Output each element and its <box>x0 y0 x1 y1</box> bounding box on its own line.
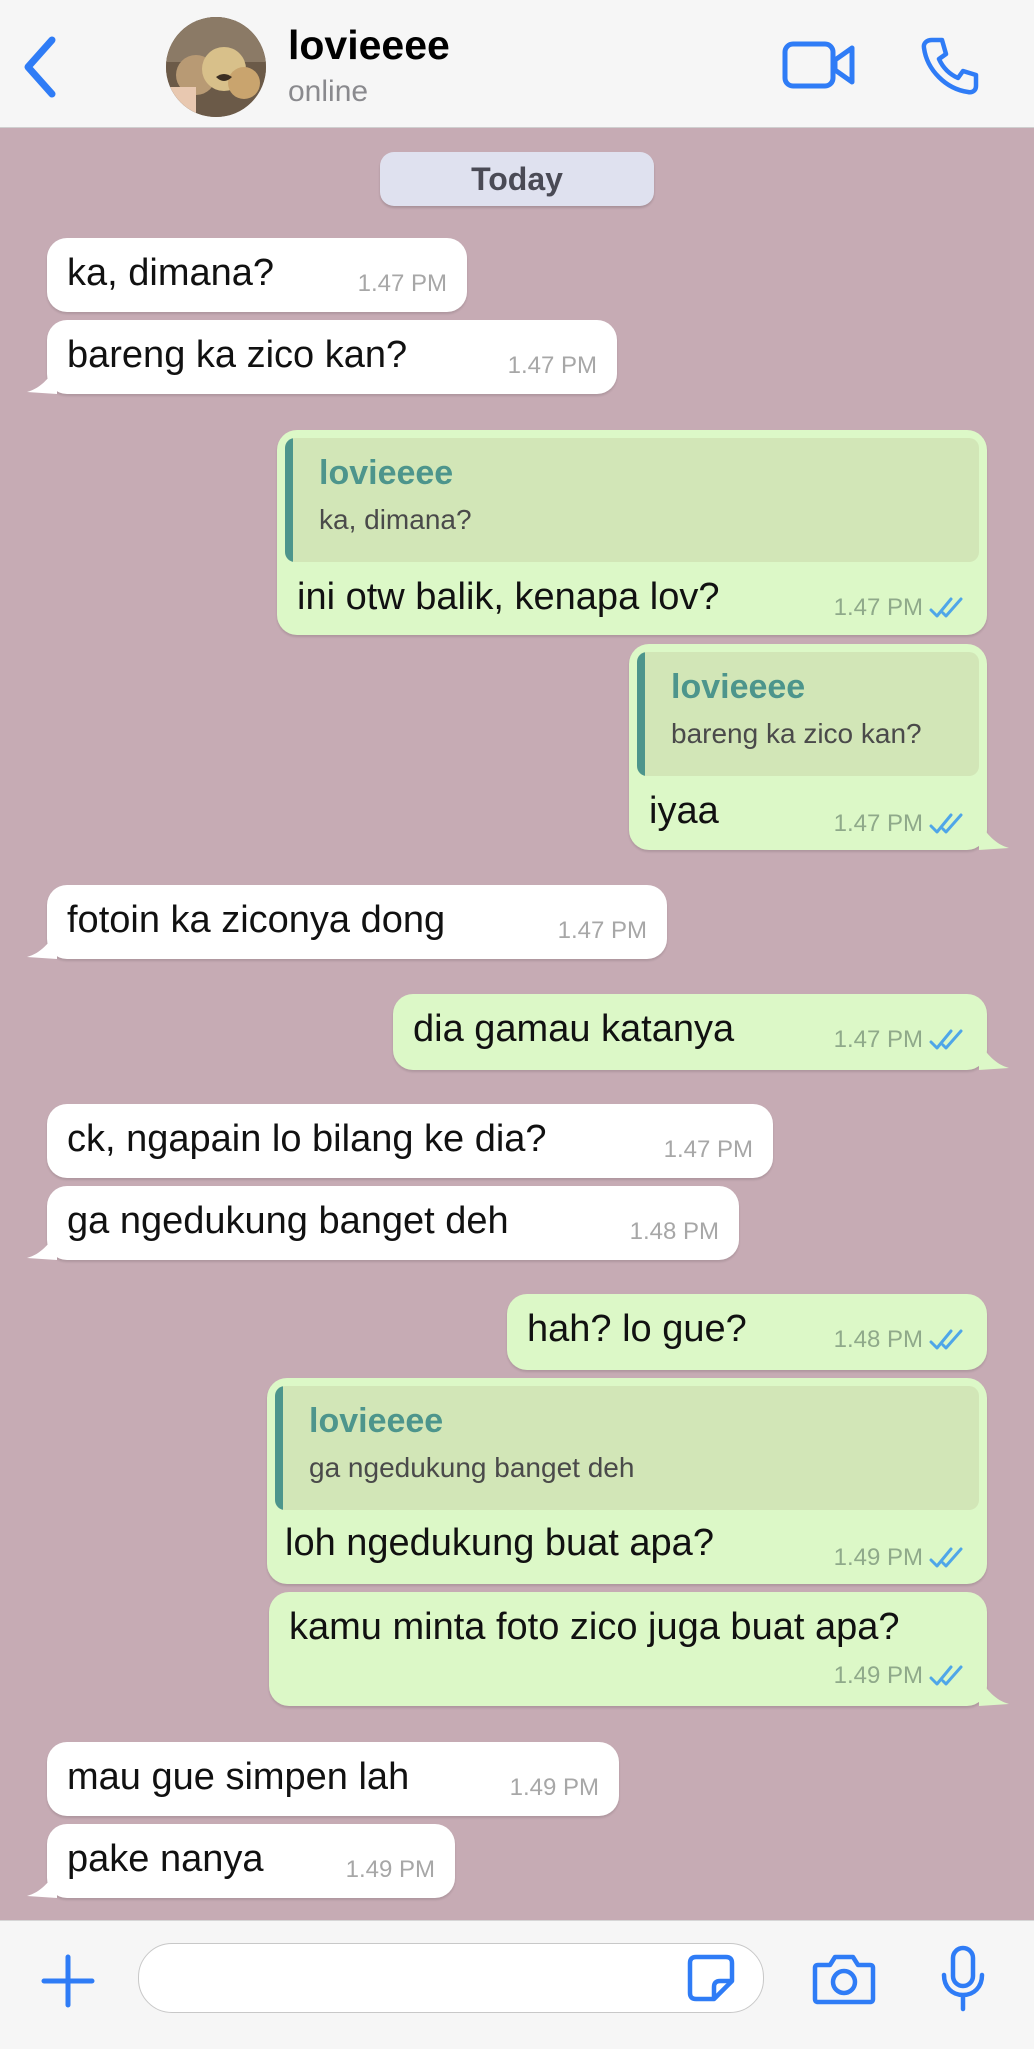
read-receipt-icon <box>929 597 963 618</box>
quote-accent-bar <box>637 652 645 776</box>
message-time: 1.47 PM <box>833 810 923 837</box>
message-bubble-outgoing[interactable]: hah? lo gue? 1.48 PM <box>507 1294 987 1370</box>
message-text: loh ngedukung buat apa? <box>285 1522 714 1564</box>
quoted-sender-name: lovieeee <box>319 454 454 492</box>
message-bubble-incoming[interactable]: ck, ngapain lo bilang ke dia? 1.47 PM <box>47 1104 773 1178</box>
message-bubble-outgoing[interactable]: lovieeee bareng ka zico kan? iyaa 1.47 P… <box>629 644 1009 850</box>
bubble-tail <box>979 1678 1009 1706</box>
read-receipt-icon <box>929 1665 963 1686</box>
message-input[interactable] <box>138 1943 764 2013</box>
quote-accent-bar <box>275 1386 283 1510</box>
quoted-message[interactable]: lovieeee ga ngedukung banget deh <box>275 1386 979 1510</box>
message-text: fotoin ka ziconya dong <box>67 899 446 941</box>
message-text: bareng ka zico kan? <box>67 334 408 376</box>
bubble-tail <box>27 931 57 959</box>
read-receipt-icon <box>929 813 963 834</box>
plus-icon[interactable] <box>40 1953 96 2009</box>
read-receipt-icon <box>929 1029 963 1050</box>
message-text: ka, dimana? <box>67 252 275 294</box>
message-time: 1.47 PM <box>357 270 447 297</box>
message-text: ck, ngapain lo bilang ke dia? <box>67 1118 547 1160</box>
message-time: 1.47 PM <box>557 917 647 944</box>
quoted-message-text: ga ngedukung banget deh <box>309 1452 635 1483</box>
quoted-message[interactable]: lovieeee ka, dimana? <box>285 438 979 562</box>
microphone-icon[interactable] <box>940 1945 986 2013</box>
message-text: ga ngedukung banget deh <box>67 1200 509 1242</box>
read-receipt-icon <box>929 1329 963 1350</box>
message-composer <box>0 1920 1034 2049</box>
message-text: kamu minta foto zico juga buat apa? <box>289 1606 900 1648</box>
message-bubble-outgoing[interactable]: lovieeee ka, dimana? ini otw balik, kena… <box>277 430 987 635</box>
message-time: 1.49 PM <box>345 1856 435 1883</box>
message-bubble-incoming[interactable]: mau gue simpen lah 1.49 PM <box>47 1742 619 1816</box>
message-text: pake nanya <box>67 1838 264 1880</box>
message-bubble-outgoing[interactable]: kamu minta foto zico juga buat apa? 1.49… <box>269 1592 1009 1706</box>
bubble-tail <box>27 366 57 394</box>
message-text: iyaa <box>649 790 719 832</box>
message-text: hah? lo gue? <box>527 1308 747 1350</box>
message-time: 1.49 PM <box>509 1774 599 1801</box>
camera-icon[interactable] <box>812 1951 876 2007</box>
phone-call-icon[interactable] <box>918 34 982 98</box>
quoted-message-text: ka, dimana? <box>319 504 472 535</box>
date-separator: Today <box>380 152 654 206</box>
message-time: 1.49 PM <box>833 1544 923 1571</box>
read-receipt-icon <box>929 1547 963 1568</box>
quoted-sender-name: lovieeee <box>671 668 806 706</box>
bubble-tail <box>979 822 1009 850</box>
message-time: 1.47 PM <box>833 594 923 621</box>
avatar-photo <box>166 17 266 117</box>
message-bubble-incoming[interactable]: ga ngedukung banget deh 1.48 PM <box>27 1186 739 1260</box>
message-bubble-incoming[interactable]: fotoin ka ziconya dong 1.47 PM <box>27 885 667 959</box>
quoted-message-text: bareng ka zico kan? <box>671 718 922 749</box>
video-call-icon[interactable] <box>782 38 856 92</box>
message-bubble-incoming[interactable]: pake nanya 1.49 PM <box>27 1824 455 1898</box>
quoted-message[interactable]: lovieeee bareng ka zico kan? <box>637 652 979 776</box>
chat-header: lovieeee online <box>0 0 1034 128</box>
quote-accent-bar <box>285 438 293 562</box>
message-text: ini otw balik, kenapa lov? <box>297 576 720 618</box>
message-text: mau gue simpen lah <box>67 1756 410 1798</box>
contact-status: online <box>288 75 369 108</box>
message-time: 1.49 PM <box>833 1662 923 1689</box>
message-time: 1.48 PM <box>629 1218 719 1245</box>
bubble-tail <box>27 1232 57 1260</box>
sticker-icon[interactable] <box>686 1953 736 2003</box>
message-time: 1.48 PM <box>833 1326 923 1353</box>
message-time: 1.47 PM <box>507 352 597 379</box>
contact-avatar[interactable] <box>166 17 266 117</box>
message-bubble-incoming[interactable]: bareng ka zico kan? 1.47 PM <box>27 320 617 394</box>
quoted-sender-name: lovieeee <box>309 1402 444 1440</box>
bubble-tail <box>979 1042 1009 1070</box>
contact-name[interactable]: lovieeee <box>288 22 450 69</box>
back-chevron-icon[interactable] <box>18 34 62 100</box>
message-time: 1.47 PM <box>663 1136 753 1163</box>
bubble-tail <box>27 1870 57 1898</box>
message-text: dia gamau katanya <box>413 1008 735 1050</box>
message-bubble-outgoing[interactable]: lovieeee ga ngedukung banget deh loh nge… <box>267 1378 987 1584</box>
message-bubble-incoming[interactable]: ka, dimana? 1.47 PM <box>47 238 467 312</box>
message-bubble-outgoing[interactable]: dia gamau katanya 1.47 PM <box>393 994 1009 1070</box>
message-time: 1.47 PM <box>833 1026 923 1053</box>
